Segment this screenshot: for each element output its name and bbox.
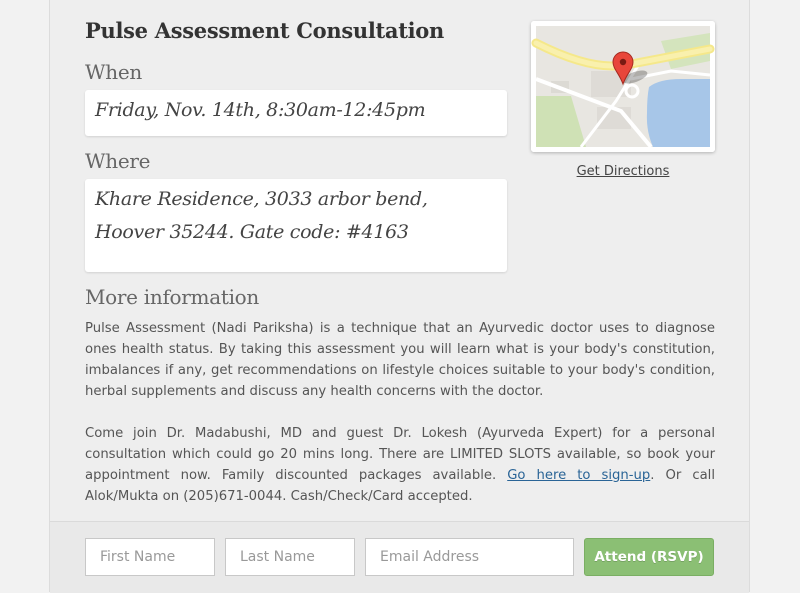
event-title: Pulse Assessment Consultation	[85, 18, 444, 43]
more-info-text: Pulse Assessment (Nadi Pariksha) is a te…	[85, 318, 715, 528]
info-paragraph-1: Pulse Assessment (Nadi Pariksha) is a te…	[85, 321, 715, 399]
attend-rsvp-button[interactable]: Attend (RSVP)	[584, 538, 714, 576]
get-directions-link[interactable]: Get Directions	[531, 164, 715, 179]
more-info-label: More information	[85, 285, 259, 309]
first-name-input[interactable]	[85, 538, 215, 576]
when-value: Friday, Nov. 14th, 8:30am-12:45pm	[95, 99, 426, 121]
where-line-1: Khare Residence, 3033 arbor bend,	[95, 188, 428, 210]
map-image	[531, 21, 715, 152]
last-name-input[interactable]	[225, 538, 355, 576]
when-label: When	[85, 60, 142, 84]
info-paragraph-2: Come join Dr. Madabushi, MD and guest Dr…	[85, 423, 715, 507]
when-box: Friday, Nov. 14th, 8:30am-12:45pm	[85, 90, 507, 136]
email-input[interactable]	[365, 538, 574, 576]
where-box: Khare Residence, 3033 arbor bend, Hoover…	[85, 179, 507, 272]
sign-up-link[interactable]: Go here to sign-up	[507, 468, 650, 483]
where-line-2: Hoover 35244. Gate code: #4163	[95, 221, 409, 243]
attend-rsvp-label: Attend (RSVP)	[594, 549, 704, 565]
map-thumbnail[interactable]	[531, 21, 715, 152]
where-label: Where	[85, 149, 151, 173]
